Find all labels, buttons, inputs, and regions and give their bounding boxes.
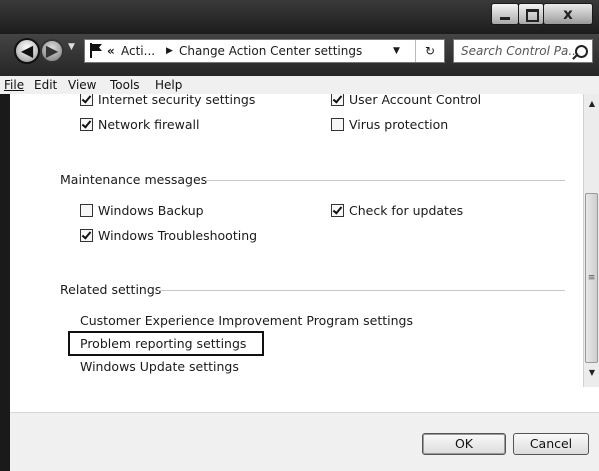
- refresh-button[interactable]: ↻: [415, 40, 444, 62]
- breadcrumb-change-action-center-settings[interactable]: Change Action Center settings: [179, 40, 362, 62]
- section-divider: [158, 290, 565, 291]
- link-customer-experience[interactable]: Customer Experience Improvement Program …: [80, 313, 413, 329]
- checkbox-checked-icon[interactable]: [80, 229, 93, 242]
- checkbox-virus-protection[interactable]: Virus protection: [331, 117, 448, 133]
- scroll-down-button[interactable]: ▼: [584, 368, 599, 380]
- action-center-flag-icon: [89, 42, 103, 58]
- checkbox-label: Internet security settings: [98, 94, 256, 107]
- settings-panel: Internet security settings User Account …: [10, 94, 583, 412]
- recent-pages-dropdown[interactable]: ▼: [68, 42, 75, 52]
- maximize-button[interactable]: [518, 3, 544, 25]
- section-title-maintenance: Maintenance messages: [60, 172, 208, 187]
- address-bar[interactable]: « Acti... ▶ Change Action Center setting…: [84, 39, 445, 63]
- breadcrumb-separator-icon[interactable]: ▶: [166, 40, 173, 62]
- dialog-footer: OK Cancel: [10, 412, 599, 471]
- menu-view-label: View: [68, 78, 97, 92]
- menu-edit[interactable]: Edit: [34, 76, 57, 94]
- scroll-thumb[interactable]: ≡: [585, 193, 598, 363]
- back-arrow-icon: ◀: [20, 41, 34, 60]
- link-problem-reporting[interactable]: Problem reporting settings: [80, 336, 246, 352]
- checkbox-network-firewall[interactable]: Network firewall: [80, 117, 199, 133]
- close-button[interactable]: x: [543, 3, 593, 25]
- ok-button[interactable]: OK: [422, 433, 506, 455]
- checkbox-checked-icon[interactable]: [80, 118, 93, 131]
- menu-tools[interactable]: Tools: [110, 76, 140, 94]
- back-button[interactable]: ◀: [14, 38, 40, 64]
- link-windows-update[interactable]: Windows Update settings: [80, 359, 239, 375]
- menu-edit-label: Edit: [34, 78, 58, 92]
- menu-file[interactable]: File: [4, 76, 24, 94]
- cancel-button[interactable]: Cancel: [513, 433, 589, 455]
- breadcrumb-overflow-button[interactable]: «: [107, 40, 115, 62]
- checkbox-checked-icon[interactable]: [80, 94, 93, 106]
- menu-help[interactable]: Help: [155, 76, 182, 94]
- section-divider: [205, 180, 565, 181]
- checkbox-checked-icon[interactable]: [331, 204, 344, 217]
- menu-bar: File Edit View Tools Help: [0, 76, 599, 94]
- checkbox-windows-troubleshooting[interactable]: Windows Troubleshooting: [80, 228, 257, 244]
- checkbox-label: User Account Control: [349, 94, 482, 107]
- minimize-button[interactable]: [491, 3, 519, 25]
- vertical-scrollbar[interactable]: ▲ ≡ ▼: [583, 94, 599, 387]
- checkbox-unchecked-icon[interactable]: [80, 204, 93, 217]
- checkbox-unchecked-icon[interactable]: [331, 118, 344, 131]
- checkbox-checked-icon[interactable]: [331, 94, 344, 106]
- checkbox-label: Windows Backup: [98, 203, 204, 218]
- forward-arrow-icon: ▶: [45, 41, 59, 60]
- checkbox-windows-backup[interactable]: Windows Backup: [80, 203, 204, 219]
- checkbox-user-account-control[interactable]: User Account Control: [331, 94, 481, 108]
- scroll-up-button[interactable]: ▲: [584, 99, 599, 111]
- search-input[interactable]: Search Control Pa...: [453, 39, 593, 63]
- checkbox-internet-security-settings[interactable]: Internet security settings: [80, 94, 255, 108]
- checkbox-label: Network firewall: [98, 117, 200, 132]
- checkbox-label: Windows Troubleshooting: [98, 228, 258, 243]
- menu-help-label: Help: [155, 78, 183, 92]
- menu-tools-label: Tools: [110, 78, 140, 92]
- close-icon: x: [563, 5, 573, 23]
- menu-file-label: File: [4, 78, 25, 92]
- menu-view[interactable]: View: [68, 76, 96, 94]
- title-bar: x: [0, 0, 599, 34]
- window-left-edge: [0, 94, 10, 471]
- search-icon[interactable]: [575, 45, 588, 58]
- address-dropdown-icon[interactable]: ▼: [393, 40, 400, 62]
- forward-button[interactable]: ▶: [40, 39, 64, 63]
- checkbox-label: Virus protection: [349, 117, 449, 132]
- checkbox-check-for-updates[interactable]: Check for updates: [331, 203, 463, 219]
- breadcrumb-action-center[interactable]: Acti...: [121, 40, 155, 62]
- scroll-grip-icon: ≡: [587, 273, 596, 283]
- navigation-bar: ◀ ▶ ▼ « Acti... ▶ Change Action Center s…: [0, 34, 599, 76]
- checkbox-label: Check for updates: [349, 203, 464, 218]
- search-placeholder: Search Control Pa...: [461, 44, 580, 58]
- section-title-related: Related settings: [60, 282, 162, 297]
